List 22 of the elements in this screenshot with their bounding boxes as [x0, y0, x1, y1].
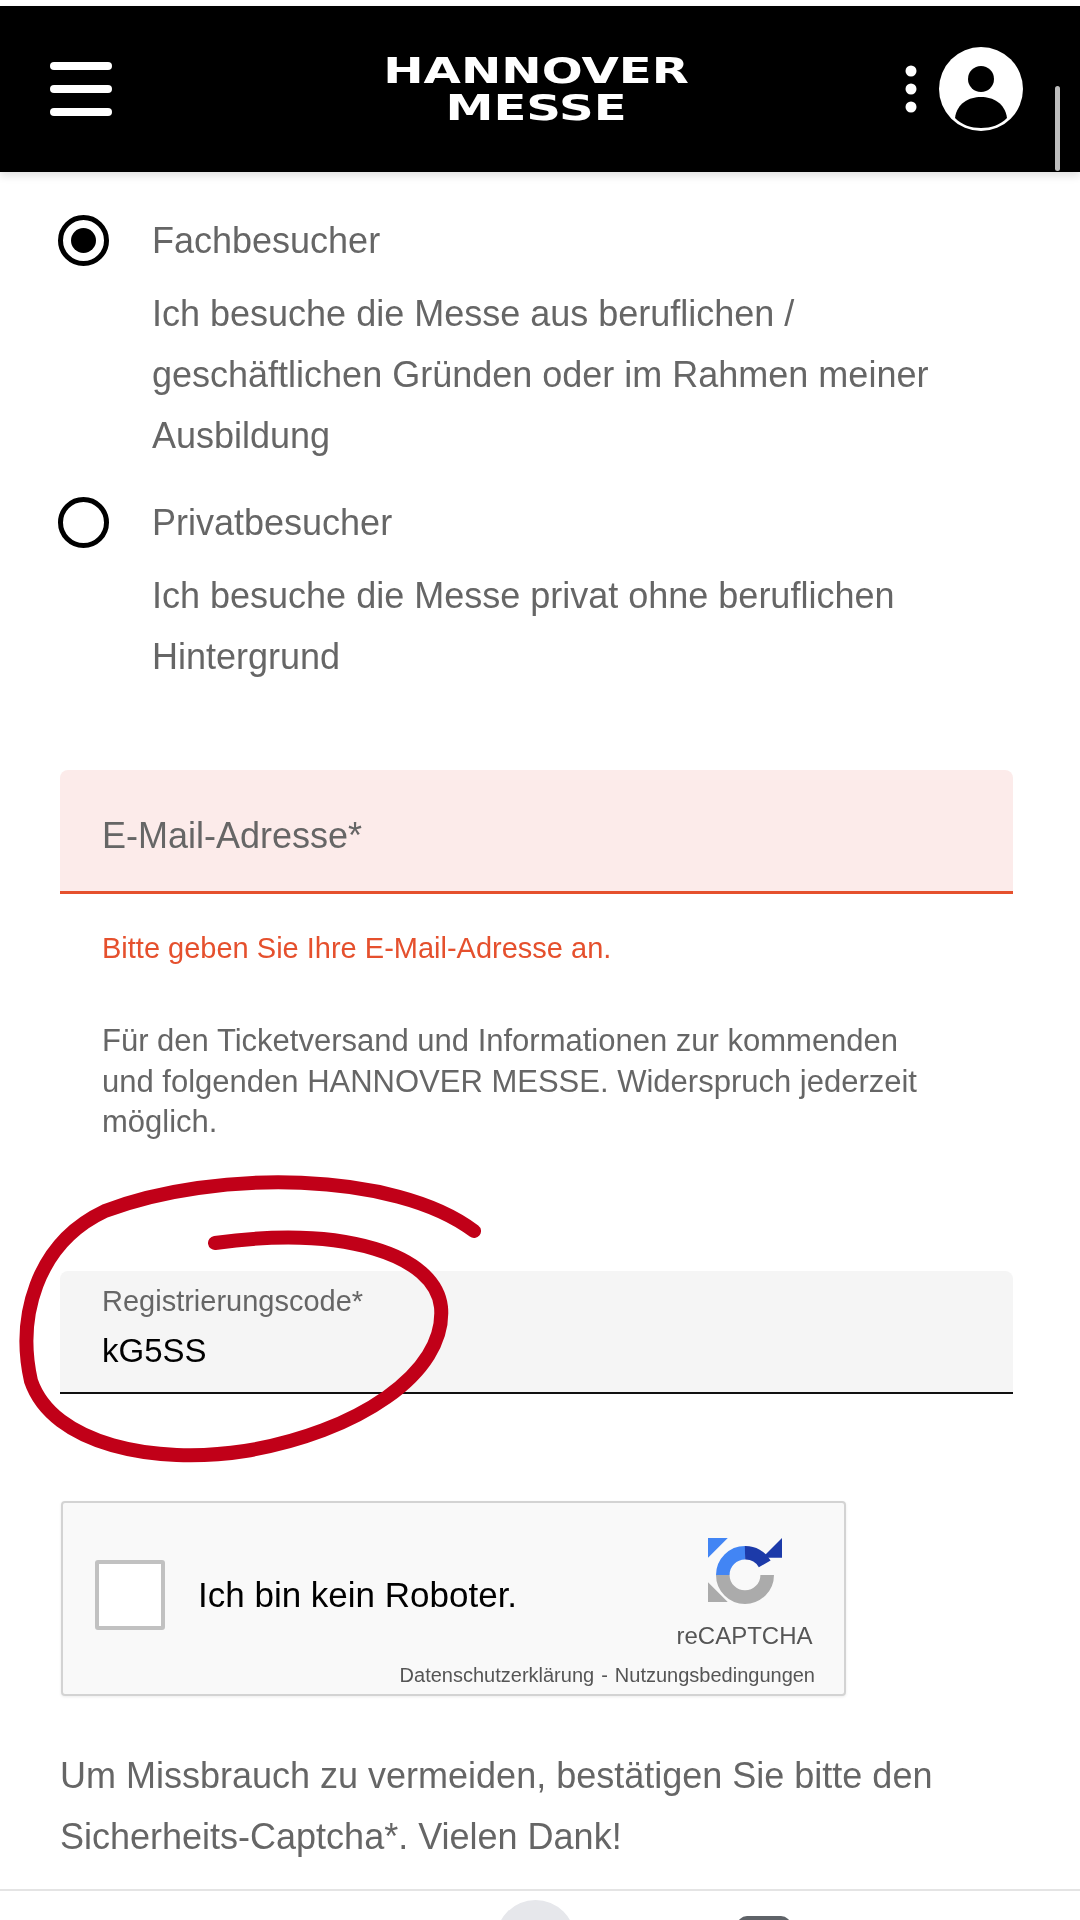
registration-code-field[interactable]: Registrierungscode* kG5SS — [60, 1270, 1013, 1394]
radio-button[interactable] — [58, 215, 109, 266]
captcha-label: Ich bin kein Roboter. — [198, 1573, 518, 1616]
option-label[interactable]: Privatbesucher — [152, 492, 393, 553]
more-options-icon[interactable] — [905, 65, 917, 113]
option-description: Ich besuche die Messe privat ohne beruflichen Hintergrund — [152, 574, 896, 679]
error-message: Bitte geben Sie Ihre E-Mail-Adresse an. — [101, 931, 613, 966]
email-note: Für den Ticketversand und Informationen zur kommenden und folgenden HANNOVER MESSE. Widerspruch jederzeit möglich. — [101, 1022, 918, 1141]
menu-icon[interactable] — [50, 62, 112, 116]
email-field[interactable]: E-Mail-Adresse* — [60, 770, 1013, 894]
link-separator: - — [601, 1663, 608, 1688]
captcha-brand-name: reCAPTCHA — [676, 1620, 813, 1651]
scrollbar[interactable] — [1055, 86, 1060, 171]
option-description: Ich besuche die Messe aus beruflichen / geschäftlichen Gründen oder im Rahmen meiner Ausbildung — [152, 292, 930, 458]
checkbox[interactable] — [95, 1559, 165, 1630]
captcha-link[interactable]: Nutzungsbedingungen — [614, 1663, 815, 1694]
logo-wordmark[interactable]: HANNOVER MESSE — [383, 52, 690, 126]
user-avatar-icon[interactable] — [939, 47, 1023, 131]
captcha-hint: Um Missbrauch zu vermeiden, bestätigen Sie bitte den Sicherheits-Captcha*. Vielen Dank! — [60, 1753, 934, 1859]
captcha-link[interactable]: Datenschutzerklärung — [399, 1663, 595, 1694]
option-label[interactable]: Fachbesucher — [152, 210, 381, 271]
radio-button[interactable] — [58, 497, 109, 548]
